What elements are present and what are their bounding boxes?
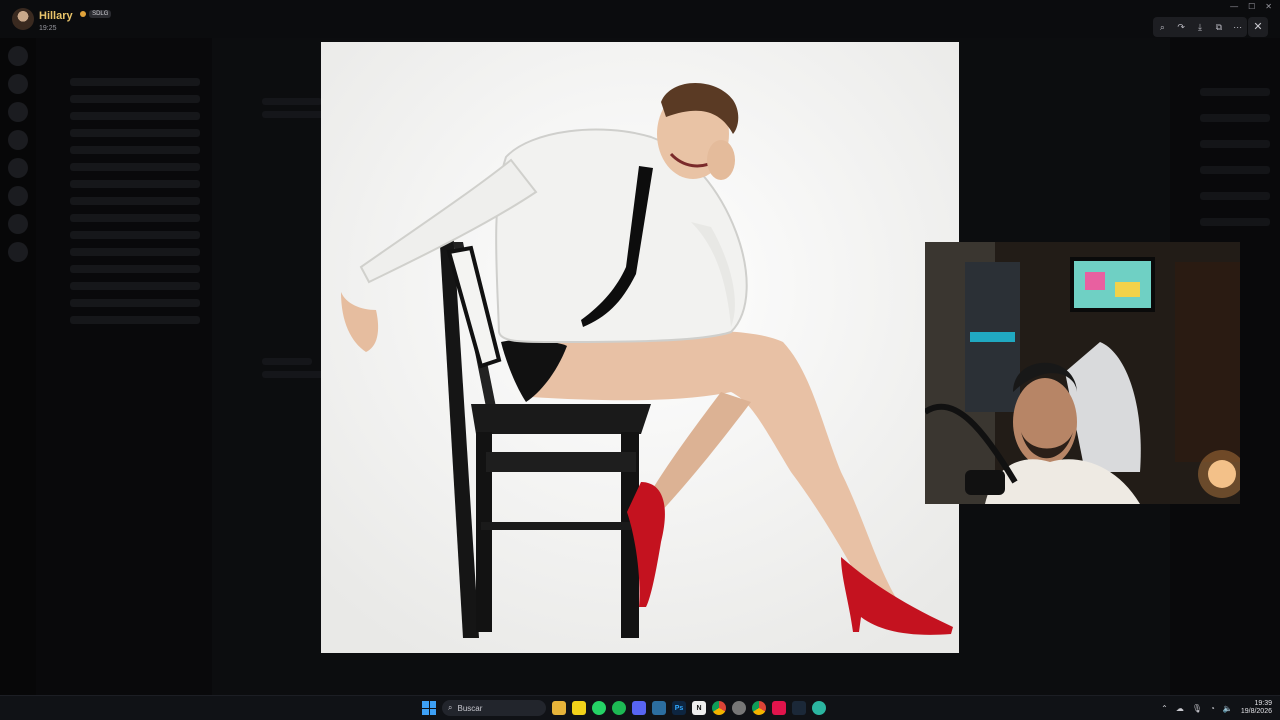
spotify-icon[interactable]: [612, 701, 626, 715]
server-list: [0, 38, 36, 696]
minimize-icon[interactable]: —: [1230, 2, 1238, 11]
tiktok-icon[interactable]: [772, 701, 786, 715]
forward-icon[interactable]: ↷: [1174, 22, 1188, 33]
close-icon[interactable]: ✕: [1248, 17, 1268, 37]
window-controls: — ☐ ✕: [1230, 2, 1272, 11]
clock[interactable]: 19:39 19/8/2026: [1241, 700, 1272, 716]
message-timestamp: 19:25: [39, 24, 57, 32]
server-icon: [8, 242, 28, 262]
image-viewer-header: Hillary SDLG 19:25 — ☐ ✕ ⌕ ↷ ⤓ ⧉ ⋯ ✕: [0, 0, 1280, 38]
server-icon: [8, 186, 28, 206]
clock-date: 19/8/2026: [1240, 708, 1272, 715]
microphone-icon[interactable]: 🎙: [1192, 704, 1202, 713]
sticky-notes-icon[interactable]: [572, 701, 586, 715]
volume-icon[interactable]: 🔈: [1223, 704, 1233, 713]
zoom-icon[interactable]: ⌕: [1155, 22, 1169, 33]
taskbar-apps: ⌕ Buscar Ps N: [422, 696, 826, 720]
download-icon[interactable]: ⤓: [1193, 22, 1207, 33]
chrome-icon[interactable]: [712, 701, 726, 715]
user-name[interactable]: Hillary: [39, 10, 73, 22]
server-icon: [8, 102, 28, 122]
viewed-image[interactable]: [321, 42, 959, 653]
avatar[interactable]: [12, 8, 34, 30]
user-info: Hillary SDLG 19:25: [39, 7, 112, 32]
webcam-overlay: [925, 242, 1240, 504]
profile-app-icon[interactable]: [732, 701, 746, 715]
maximize-icon[interactable]: ☐: [1248, 2, 1255, 11]
taskbar: ⌕ Buscar Ps N ⌃ ☁ 🎙 ◔ 🔈 19:39 19/8/2026: [0, 695, 1280, 720]
cloud-icon[interactable]: ☁: [1176, 704, 1184, 713]
edge-icon[interactable]: [812, 701, 826, 715]
photoshop-icon[interactable]: Ps: [672, 701, 686, 715]
guild-tag: SDLG: [89, 10, 112, 19]
server-icon: [8, 214, 28, 234]
app-window-icon[interactable]: [652, 701, 666, 715]
search-icon: ⌕: [448, 703, 453, 712]
chevron-up-icon[interactable]: ⌃: [1161, 704, 1168, 713]
windows-start-icon[interactable]: [422, 701, 436, 715]
steam-icon[interactable]: [792, 701, 806, 715]
server-icon: [8, 74, 28, 94]
channel-list: [36, 38, 212, 696]
clock-time: 19:39: [1254, 699, 1272, 707]
server-icon: [8, 46, 28, 66]
server-icon: [8, 130, 28, 150]
more-icon[interactable]: ⋯: [1231, 22, 1245, 33]
search-placeholder: Buscar: [457, 703, 483, 713]
taskbar-search[interactable]: ⌕ Buscar: [442, 700, 546, 716]
whatsapp-icon[interactable]: [592, 701, 606, 715]
system-tray: ⌃ ☁ 🎙 ◔ 🔈 19:39 19/8/2026: [1161, 696, 1272, 720]
notion-icon[interactable]: N: [692, 701, 706, 715]
open-external-icon[interactable]: ⧉: [1212, 22, 1226, 33]
discord-icon[interactable]: [632, 701, 646, 715]
chrome-profile-icon[interactable]: [752, 701, 766, 715]
server-icon: [8, 158, 28, 178]
window-close-icon[interactable]: ✕: [1265, 2, 1272, 11]
guild-tag-icon: [80, 11, 87, 18]
file-explorer-icon[interactable]: [552, 701, 566, 715]
wifi-icon[interactable]: ◔: [1210, 704, 1215, 713]
viewer-toolbar: ⌕ ↷ ⤓ ⧉ ⋯: [1153, 17, 1247, 37]
